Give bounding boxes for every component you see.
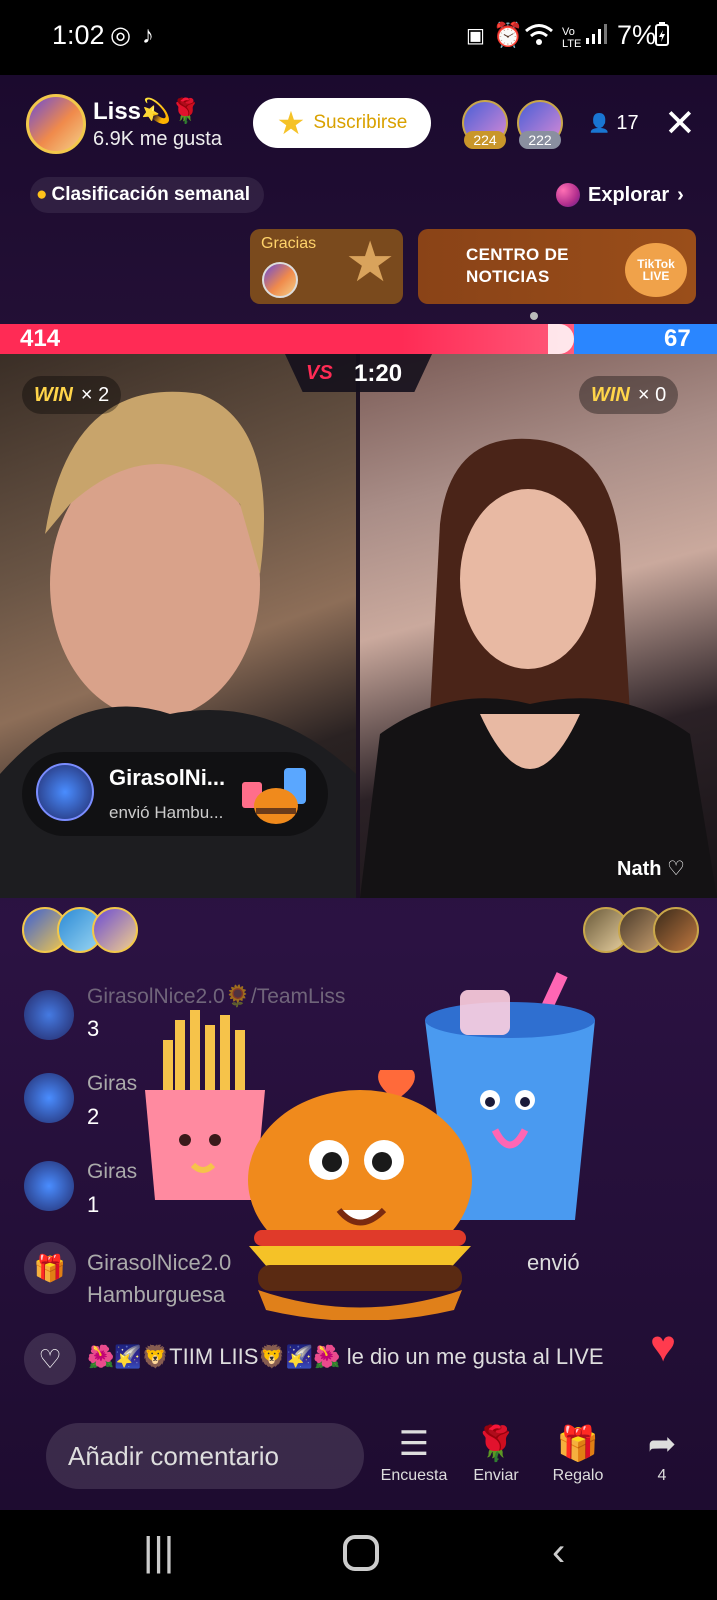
gift-icon: 🎁 (24, 1242, 76, 1294)
video-pane-right[interactable] (360, 354, 717, 898)
poll-icon: ☰ (398, 1425, 430, 1463)
chat-message: 1 (87, 1192, 100, 1217)
carousel-dot (530, 312, 538, 320)
gift-label: Regalo (552, 1467, 604, 1484)
toast-message: envió Hambu... (109, 803, 224, 822)
flame-icon: ● (36, 184, 48, 205)
chat-avatar[interactable] (24, 1073, 74, 1123)
chat-username[interactable]: GirasolNice2.0🌻/TeamLiss (87, 985, 345, 1009)
rose-label: Enviar (473, 1467, 519, 1484)
weekly-ranking-button[interactable]: ● Clasificación semanal (30, 177, 265, 213)
viewer-count-value: 17 (616, 112, 639, 134)
share-button[interactable]: ➦ 4 (622, 1423, 702, 1485)
like-message: 🌺🌠🦁TIIM LIIS🦁🌠🌺 le dio un me gusta al LI… (87, 1344, 604, 1370)
chat-username[interactable]: Giras (87, 1072, 137, 1096)
win-streak-right: WIN × 0 (579, 376, 679, 414)
alarm-icon: ⏰ (493, 22, 523, 49)
chat-message: 2 (87, 1104, 100, 1129)
subscribe-button[interactable]: ★ Suscribirse (253, 98, 431, 148)
heart-icon: ♡ (24, 1333, 76, 1385)
host-likes: 6.9K me gusta (93, 128, 222, 150)
team-left-avatar-3[interactable] (92, 907, 138, 953)
chat-avatar[interactable] (24, 990, 74, 1040)
win-count-right: × 0 (637, 383, 667, 406)
floating-heart-icon: ♥ (650, 1322, 677, 1371)
star-icon: ★ (276, 105, 306, 141)
team-right-avatar-3[interactable] (653, 907, 699, 953)
battery-level: 7% (617, 20, 657, 50)
status-time: 1:02 (52, 20, 105, 50)
burger-combo-gift-icon (240, 760, 310, 830)
explore-label: Explorar (588, 183, 670, 206)
top-gifter-badge-2: 222 (519, 131, 561, 149)
tiktok-icon: ♪ (142, 22, 154, 49)
person-icon: 👤 (588, 113, 611, 133)
explore-button[interactable]: Explorar › (556, 177, 684, 213)
right-streamer-figure (360, 438, 717, 898)
right-host-name[interactable]: Nath ♡ (617, 856, 685, 881)
tiktok-live-logo: TikTok LIVE (625, 243, 687, 297)
gift-message-user[interactable]: GirasolNice2.0 (87, 1250, 231, 1276)
poll-button[interactable]: ☰ Encuesta (374, 1423, 454, 1485)
burger-gift-animation (244, 1065, 476, 1321)
comment-input[interactable]: Añadir comentario (46, 1423, 364, 1489)
poll-label: Encuesta (380, 1467, 448, 1484)
score-bar-left-fill (0, 324, 574, 354)
gift-message-verb: envió (527, 1250, 580, 1275)
news-center-line1: CENTRO DE (466, 245, 569, 264)
battery-icon (655, 22, 669, 53)
host-avatar[interactable] (26, 94, 86, 154)
gift-button[interactable]: 🎁 Regalo (538, 1423, 618, 1485)
win-word: WIN (34, 383, 73, 406)
host-name[interactable]: Liss💫🌹 (93, 97, 201, 126)
news-center-text: CENTRO DE NOTICIAS (466, 244, 569, 288)
lock-icon: ▣ (466, 25, 485, 47)
home-icon[interactable] (343, 1535, 379, 1571)
toast-avatar (36, 763, 94, 821)
toast-username: GirasolNi... (109, 765, 226, 790)
score-left: 414 (20, 325, 61, 352)
chevron-right-icon: › (677, 183, 684, 206)
subscribe-label: Suscribirse (313, 112, 408, 133)
explore-icon (556, 183, 580, 207)
share-icon: ➦ (647, 1425, 677, 1463)
weekly-ranking-label: Clasificación semanal (51, 184, 251, 205)
back-icon[interactable]: ‹ (552, 1530, 565, 1575)
star-trophy-icon: ★ (345, 230, 396, 293)
chat-username[interactable]: Giras (87, 1160, 137, 1184)
recent-apps-icon[interactable]: ||| (143, 1530, 174, 1575)
chat-avatar[interactable] (24, 1161, 74, 1211)
share-count: 4 (657, 1467, 667, 1484)
top-gifter-badge-1: 224 (464, 131, 506, 149)
like-message-text: le dio un me gusta al LIVE (340, 1344, 604, 1369)
rose-button[interactable]: 🌹 Enviar (456, 1423, 536, 1485)
whatsapp-icon: ◎ (110, 22, 131, 49)
battle-timer: 1:20 (354, 360, 403, 387)
signal-icon (585, 22, 609, 53)
win-streak-left: WIN × 2 (22, 376, 122, 414)
news-center-line2: NOTICIAS (466, 267, 550, 286)
chat-message: 3 (87, 1016, 100, 1041)
gift-message-item: Hamburguesa (87, 1282, 226, 1307)
like-message-user[interactable]: 🌺🌠🦁TIIM LIIS🦁🌠🌺 (87, 1344, 341, 1369)
close-icon[interactable]: ✕ (664, 104, 696, 144)
win-count-left: × 2 (80, 383, 110, 406)
gift-box-icon: 🎁 (556, 1425, 600, 1463)
win-word: WIN (591, 383, 630, 406)
status-bar (0, 0, 717, 75)
vs-label: VS (306, 362, 333, 384)
rose-icon: 🌹 (474, 1425, 518, 1463)
thanks-label: Gracias (261, 235, 317, 252)
viewer-count[interactable]: 👤 17 (588, 112, 639, 135)
lte-icon: Vo LTE (562, 26, 582, 50)
wifi-icon (524, 22, 554, 55)
pane-divider (356, 354, 360, 898)
thanks-avatar (262, 262, 298, 298)
score-right: 67 (664, 325, 691, 352)
